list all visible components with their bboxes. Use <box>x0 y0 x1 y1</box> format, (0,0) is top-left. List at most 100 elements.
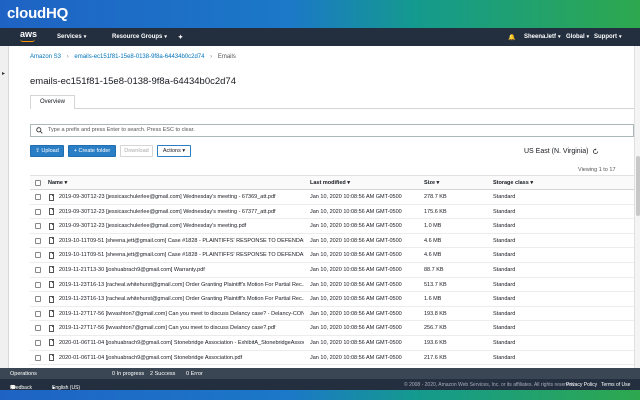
vertical-scrollbar[interactable] <box>634 46 640 368</box>
aws-logo[interactable]: aws <box>20 30 37 39</box>
object-name-link[interactable]: 2019-10-11T09-51 [sheena.jett@gmail.com]… <box>59 252 304 258</box>
sort-icon: ▾ <box>64 180 68 186</box>
user-menu[interactable]: Sheena.letf ▾ <box>524 34 561 40</box>
page-title: emails-ec151f81-15e8-0138-9f8a-64434b0c2… <box>30 76 236 87</box>
object-storage-class: Standard <box>493 194 516 200</box>
cloudhq-logo: cloudHQ <box>7 5 69 22</box>
privacy-policy-link[interactable]: Privacy Policy <box>566 382 597 388</box>
object-name-link[interactable]: 2019-10-11T09-51 [sheena.jett@gmail.com]… <box>59 238 304 244</box>
row-checkbox[interactable] <box>35 223 41 230</box>
object-size: 193.8 KB <box>424 310 447 317</box>
object-last-modified: Jan 10, 2020 10:08:56 AM GMT-0500 <box>310 325 402 332</box>
table-row[interactable]: 2019-10-11T09-51 [sheena.jett@gmail.com]… <box>30 234 634 249</box>
column-header-last-modified[interactable]: Last modified ▾ <box>310 180 350 186</box>
table-row[interactable]: 2019-11-23T16-13 [racheal.whitehurst@gma… <box>30 292 634 307</box>
object-storage-class: Standard <box>493 296 516 303</box>
search-input[interactable]: Type a prefix and press Enter to search.… <box>30 124 634 137</box>
table-row[interactable]: 2019-09-30T12-23 [jessicaschulerlee@gmai… <box>30 205 634 220</box>
table-body: 2019-09-30T12-23 [jessicaschulerlee@gmai… <box>30 190 634 366</box>
bell-icon[interactable]: 🔔 <box>508 34 515 41</box>
object-storage-class: Standard <box>493 237 516 244</box>
resource-groups-menu[interactable]: Resource Groups ▾ <box>112 34 167 40</box>
object-name-link[interactable]: 2020-01-06T11-04 [joshuabrach9@gmail.com… <box>59 340 304 346</box>
row-checkbox[interactable] <box>35 339 41 346</box>
side-nav-toggle[interactable]: ▸ <box>0 46 9 368</box>
row-checkbox[interactable] <box>35 208 41 215</box>
row-checkbox[interactable] <box>35 252 41 259</box>
row-checkbox[interactable] <box>35 237 41 244</box>
select-all-checkbox[interactable] <box>35 180 41 186</box>
operations-bar[interactable]: Operations 0 In progress 2 Success 0 Err… <box>0 368 640 379</box>
table-row[interactable]: 2019-09-30T12-23 [jessicaschulerlee@gmai… <box>30 219 634 234</box>
object-size: 1.6 MB <box>424 296 442 303</box>
column-header-name[interactable]: Name ▾ <box>48 180 67 186</box>
table-row[interactable]: 2019-09-30T12-23 [jessicaschulerlee@gmai… <box>30 190 634 205</box>
object-name-link[interactable]: 2019-11-27T17-56 [lwvashton7@gmail.com] … <box>59 311 304 317</box>
terms-of-use-link[interactable]: Terms of Use <box>601 382 630 388</box>
object-name-link[interactable]: 2019-11-27T17-56 [lwvashton7@gmail.com] … <box>59 325 304 331</box>
actions-dropdown[interactable]: Actions ▾ <box>157 145 191 157</box>
file-icon <box>49 237 54 245</box>
object-last-modified: Jan 10, 2020 10:08:56 AM GMT-0500 <box>310 266 402 273</box>
aws-top-nav: aws Services ▾ Resource Groups ▾ ✦ 🔔 Sheen… <box>0 28 640 46</box>
objects-table: Name ▾ Last modified ▾ Size ▾ Storage cl… <box>30 175 634 366</box>
row-checkbox[interactable] <box>35 325 41 332</box>
file-icon <box>49 193 54 201</box>
scrollbar-thumb[interactable] <box>636 156 640 216</box>
download-button[interactable]: Download <box>120 145 153 157</box>
object-last-modified: Jan 10, 2020 10:08:56 AM GMT-0500 <box>310 223 402 230</box>
refresh-icon[interactable] <box>592 148 599 155</box>
table-row[interactable]: 2020-01-06T11-04 [joshuabrach9@gmail.com… <box>30 351 634 366</box>
file-icon <box>49 208 54 216</box>
breadcrumb-amazon-s3[interactable]: Amazon S3 <box>30 54 61 60</box>
file-icon <box>49 310 54 318</box>
pin-icon[interactable]: ✦ <box>178 34 183 41</box>
table-row[interactable]: 2019-11-27T17-56 [lwvashton7@gmail.com] … <box>30 307 634 322</box>
object-size: 217.6 KB <box>424 354 447 361</box>
table-row[interactable]: 2019-10-11T09-51 [sheena.jett@gmail.com]… <box>30 248 634 263</box>
row-checkbox[interactable] <box>35 354 41 361</box>
page-footer: 💬 Feedback ● English (US) © 2008 - 2020,… <box>0 379 640 391</box>
table-row[interactable]: 2020-01-06T11-04 [joshuabrach9@gmail.com… <box>30 336 634 351</box>
tab-divider <box>30 108 634 109</box>
object-last-modified: Jan 10, 2020 10:08:56 AM GMT-0500 <box>310 296 402 303</box>
upload-button[interactable]: ⇪ Upload <box>30 145 64 157</box>
aws-smile-icon <box>20 39 35 42</box>
object-name-link[interactable]: 2019-09-30T12-23 [jessicaschulerlee@gmai… <box>59 223 304 229</box>
search-placeholder: Type a prefix and press Enter to search.… <box>48 127 195 133</box>
object-last-modified: Jan 10, 2020 10:08:56 AM GMT-0500 <box>310 354 402 361</box>
object-name-link[interactable]: 2019-09-30T12-23 [jessicaschulerlee@gmai… <box>59 209 304 215</box>
global-menu[interactable]: Global ▾ <box>566 34 589 40</box>
object-name-link[interactable]: 2019-11-23T16-13 [racheal.whitehurst@gma… <box>59 296 304 302</box>
breadcrumb-bucket[interactable]: emails-ec151f81-15e8-0138-9f8a-64434b0c2… <box>74 54 204 60</box>
object-name-link[interactable]: 2020-01-06T11-04 [joshuabrach9@gmail.com… <box>59 355 304 361</box>
search-icon <box>36 127 43 134</box>
row-checkbox[interactable] <box>35 266 41 273</box>
row-checkbox[interactable] <box>35 281 41 288</box>
row-checkbox[interactable] <box>35 310 41 317</box>
row-checkbox[interactable] <box>35 296 41 303</box>
row-checkbox[interactable] <box>35 194 41 200</box>
object-name-link[interactable]: 2019-11-21T13-30 [joshuabrach9@gmail.com… <box>59 267 304 273</box>
table-row[interactable]: 2019-11-21T13-30 [joshuabrach9@gmail.com… <box>30 263 634 278</box>
object-name-link[interactable]: 2019-09-30T12-23 [jessicaschulerlee@gmai… <box>59 194 304 200</box>
object-name-link[interactable]: 2019-11-23T16-13 [racheal.whitehurst@gma… <box>59 282 304 288</box>
object-size: 256.7 KB <box>424 325 447 332</box>
column-header-size[interactable]: Size ▾ <box>424 180 439 186</box>
tab-overview[interactable]: Overview <box>30 95 75 109</box>
object-last-modified: Jan 10, 2020 10:08:56 AM GMT-0500 <box>310 194 402 200</box>
object-last-modified: Jan 10, 2020 10:08:56 AM GMT-0500 <box>310 237 402 244</box>
object-size: 193.6 KB <box>424 339 447 346</box>
copyright-text: © 2008 - 2020, Amazon Web Services, Inc.… <box>404 382 576 388</box>
table-row[interactable]: 2019-11-23T16-13 [racheal.whitehurst@gma… <box>30 278 634 293</box>
create-folder-button[interactable]: + Create folder <box>68 145 116 157</box>
column-header-storage-class[interactable]: Storage class ▾ <box>493 180 533 186</box>
file-icon <box>49 266 54 274</box>
sort-icon: ▾ <box>530 180 534 186</box>
error-count: 0 Error <box>186 370 203 377</box>
table-header: Name ▾ Last modified ▾ Size ▾ Storage cl… <box>30 175 634 190</box>
support-menu[interactable]: Support ▾ <box>594 34 622 40</box>
object-storage-class: Standard <box>493 325 516 332</box>
table-row[interactable]: 2019-11-27T17-56 [lwvashton7@gmail.com] … <box>30 321 634 336</box>
services-menu[interactable]: Services ▾ <box>57 34 86 40</box>
